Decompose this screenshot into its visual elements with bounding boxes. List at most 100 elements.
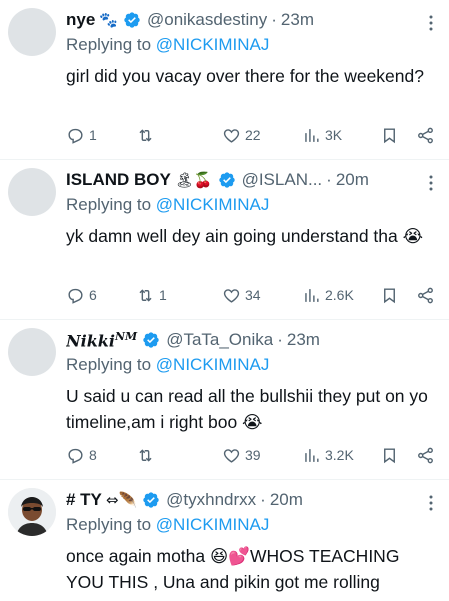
views-button[interactable]: 2.6K [302,286,354,305]
like-count: 39 [245,447,261,463]
bookmark-icon [384,447,395,463]
views-count: 2.6K [325,287,354,303]
mention-link[interactable]: @NICKIMINAJ [156,515,270,534]
replying-to-label: Replying to [66,355,156,374]
like-count: 34 [245,287,261,303]
timestamp[interactable]: 23m [281,10,314,30]
bookmark-button[interactable] [380,446,399,465]
separator-dot: · [260,490,266,509]
avatar[interactable] [8,328,56,376]
reply-feed: nye 🐾 @onikasdestiny · 23m Replying to @… [0,0,449,601]
bookmark-icon [384,287,395,303]
replying-to-line: Replying to @NICKIMINAJ [66,515,441,539]
replying-to-line: Replying to @NICKIMINAJ [66,195,441,219]
more-options-icon[interactable] [423,494,439,512]
retweet-button[interactable] [136,126,159,145]
avatar[interactable] [8,8,56,56]
avatar[interactable] [8,168,56,216]
tweet-text: U said u can read all the bullshii they … [66,386,428,432]
action-bar: 6 1 34 2.6K [66,284,441,306]
more-options-icon[interactable] [423,174,439,192]
tweet-text: yk damn well dey ain going understand th… [66,226,424,246]
timestamp[interactable]: 20m [270,490,303,510]
views-icon [305,448,319,462]
avatar-character-icon [8,488,56,536]
like-button[interactable]: 22 [222,126,261,145]
timestamp[interactable]: 20m [336,170,369,190]
replying-to-label: Replying to [66,35,156,54]
separator-dot: · [277,330,283,349]
user-handle[interactable]: @tyxhndrxx [166,490,256,510]
display-name-superscript: NM [114,329,138,343]
like-count: 22 [245,127,261,143]
views-icon [305,128,319,142]
retweet-icon [139,288,152,302]
name-emoji: ⇔🪶 [105,491,138,509]
retweet-icon [139,448,152,462]
like-button[interactable]: 34 [222,286,261,305]
share-button[interactable] [416,446,435,465]
views-button[interactable]: 3K [302,126,342,145]
display-name[interactable]: # TY [66,490,102,510]
more-options-icon[interactable] [423,14,439,32]
reply-button[interactable]: 1 [66,126,97,145]
reply-button[interactable]: 8 [66,446,97,465]
user-handle[interactable]: @onikasdestiny [147,10,267,30]
tweet[interactable]: ISLAND BOY 🏝🍒 @ISLAN... · 20m Replying t… [0,160,449,320]
reply-count: 1 [89,127,97,143]
user-handle[interactable]: @ISLAN... [242,170,323,190]
separator-dot: · [326,170,332,189]
bookmark-button[interactable] [380,286,399,305]
retweet-button[interactable] [136,446,159,465]
display-name[interactable]: ISLAND BOY [66,170,171,190]
reply-icon [68,128,83,144]
retweet-icon [139,128,152,142]
verified-badge-icon [143,492,159,508]
name-emoji: 🐾 [99,11,118,29]
tweet[interactable]: NikkiNM @TaTa_Onika · 23m Replying to @N… [0,320,449,480]
like-button[interactable]: 39 [222,446,261,465]
reply-icon [68,448,83,464]
action-bar: 8 39 3.2K [66,444,441,466]
retweet-count: 1 [159,287,167,303]
share-button[interactable] [416,286,435,305]
heart-icon [223,288,240,303]
tweet-text: once again motha 😆💕WHOS TEACHING YOU THI… [66,546,400,592]
heart-icon [223,128,240,143]
mention-link[interactable]: @NICKIMINAJ [156,195,270,214]
views-count: 3K [325,127,343,143]
mention-link[interactable]: @NICKIMINAJ [156,355,270,374]
reply-count: 6 [89,287,97,303]
replying-to-line: Replying to @NICKIMINAJ [66,35,441,59]
verified-badge-icon [124,12,140,28]
heart-icon [223,448,240,463]
verified-badge-icon [218,172,235,188]
replying-to-line: Replying to @NICKIMINAJ [66,355,441,379]
tweet[interactable]: # TY ⇔🪶 @tyxhndrxx · 20m Replying to @NI… [0,480,449,601]
share-icon [418,127,433,143]
bookmark-button[interactable] [380,126,399,145]
reply-button[interactable]: 6 [66,286,97,305]
tweet[interactable]: nye 🐾 @onikasdestiny · 23m Replying to @… [0,0,449,160]
name-emoji: 🏝🍒 [174,171,213,189]
user-handle[interactable]: @TaTa_Onika [166,330,273,350]
avatar[interactable] [8,488,56,536]
display-name[interactable]: nye [66,10,95,30]
retweet-button[interactable]: 1 [136,286,167,305]
verified-badge-icon [143,332,159,348]
bookmark-icon [384,127,395,143]
timestamp[interactable]: 23m [287,330,320,350]
share-button[interactable] [416,126,435,145]
replying-to-label: Replying to [66,195,156,214]
display-name-text: Nikki [66,331,115,351]
views-button[interactable]: 3.2K [302,446,354,465]
mention-link[interactable]: @NICKIMINAJ [156,35,270,54]
reply-icon [68,288,83,304]
action-bar: 1 22 3K [66,124,441,146]
views-count: 3.2K [325,447,354,463]
replying-to-label: Replying to [66,515,156,534]
display-name[interactable]: NikkiNM [66,330,137,350]
reply-count: 8 [89,447,97,463]
share-icon [418,287,433,303]
tweet-text: girl did you vacay over there for the we… [66,66,424,86]
